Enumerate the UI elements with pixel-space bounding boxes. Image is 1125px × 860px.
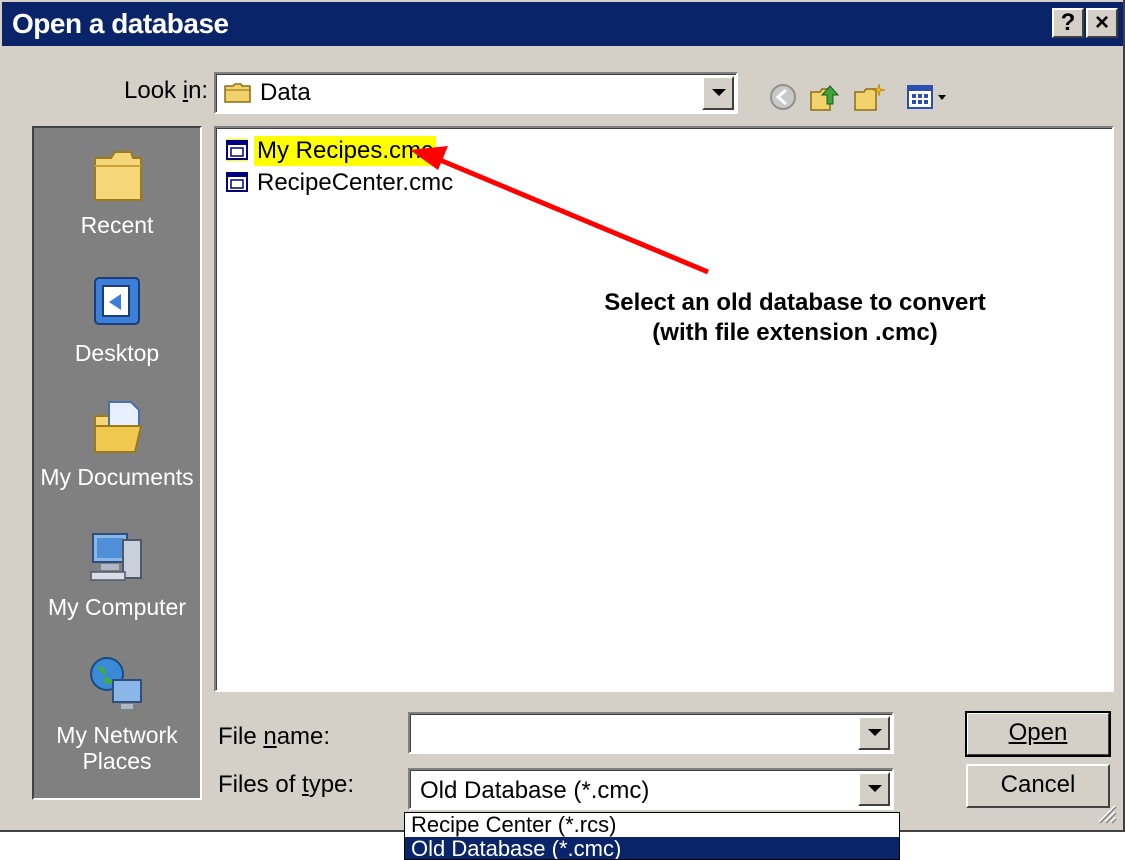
filetype-label: Files of type: bbox=[218, 771, 355, 798]
filetype-combo[interactable]: Old Database (*.cmc) bbox=[408, 768, 894, 810]
resize-grip-icon[interactable] bbox=[1095, 802, 1117, 824]
open-button[interactable]: Open bbox=[965, 711, 1111, 757]
annotation-arrow bbox=[410, 146, 709, 275]
filename-combo[interactable] bbox=[408, 712, 894, 754]
filetype-dropdown-list[interactable]: Recipe Center (*.rcs) Old Database (*.cm… bbox=[404, 812, 900, 860]
filename-label: File name: bbox=[218, 723, 331, 750]
open-database-dialog: Open a database ? × Look in: Data Recent… bbox=[0, 0, 1125, 832]
filetype-value: Old Database (*.cmc) bbox=[420, 777, 650, 804]
filetype-dropdown-button[interactable] bbox=[858, 772, 890, 806]
filename-dropdown-button[interactable] bbox=[858, 716, 890, 750]
cancel-button[interactable]: Cancel bbox=[966, 764, 1110, 808]
annotation-text: Select an old database to convert (with … bbox=[604, 289, 986, 346]
filetype-option-cmc[interactable]: Old Database (*.cmc) bbox=[405, 837, 899, 859]
filetype-option-rcs[interactable]: Recipe Center (*.rcs) bbox=[405, 813, 899, 837]
